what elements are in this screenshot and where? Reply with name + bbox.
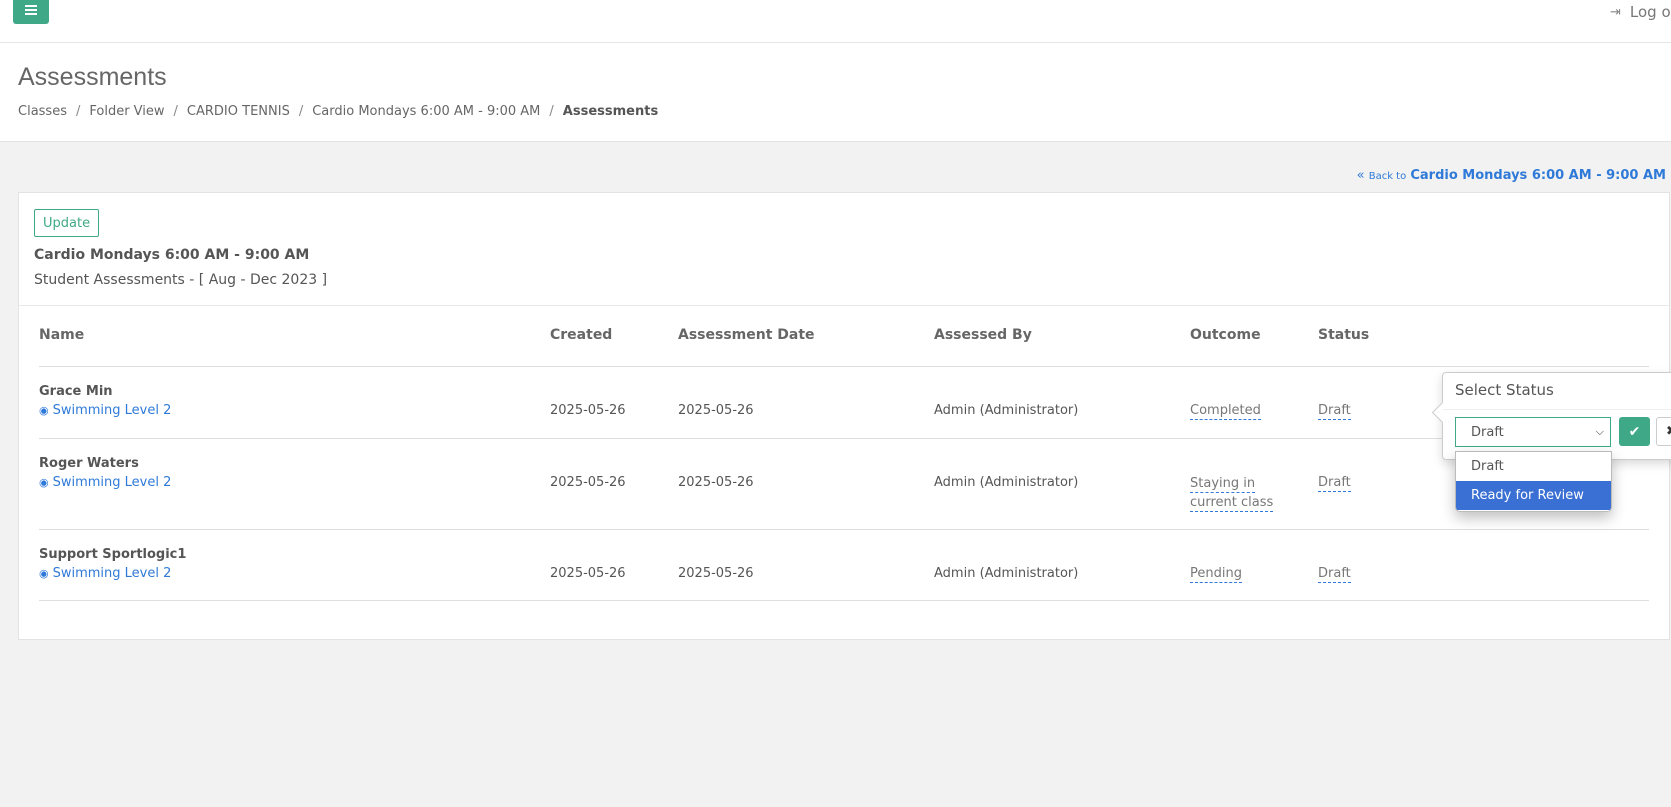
assessed-by: Admin (Administrator) — [934, 475, 1079, 490]
assessed-by: Admin (Administrator) — [934, 566, 1079, 581]
menu-icon — [25, 4, 37, 15]
student-name: Roger Waters — [39, 456, 139, 471]
breadcrumb-item-cardio-tennis[interactable]: CARDIO TENNIS — [187, 104, 290, 119]
breadcrumb-item-folder-view[interactable]: Folder View — [89, 104, 164, 119]
back-link[interactable]: « Back to Cardio Mondays 6:00 AM - 9:00 … — [1357, 168, 1666, 183]
column-header-outcome: Outcome — [1190, 327, 1261, 343]
row-divider — [39, 600, 1649, 601]
outcome-editable[interactable]: Staying in current class — [1190, 474, 1274, 512]
created-date: 2025-05-26 — [550, 475, 626, 490]
page-header: Assessments Classes / Folder View / CARDIO T… — [0, 43, 1671, 142]
assessment-date: 2025-05-26 — [678, 403, 754, 418]
status-options-list: Draft Ready for Review — [1455, 451, 1612, 512]
level-label: Swimming Level 2 — [52, 566, 172, 581]
level-label: Swimming Level 2 — [52, 475, 172, 490]
breadcrumb-item-class[interactable]: Cardio Mondays 6:00 AM - 9:00 AM — [312, 104, 540, 119]
created-date: 2025-05-26 — [550, 403, 626, 418]
popover-title: Select Status — [1455, 381, 1554, 399]
outcome-value-continued: current class — [1190, 495, 1274, 512]
eye-icon: ◉ — [39, 567, 49, 580]
created-date: 2025-05-26 — [550, 566, 626, 581]
level-link[interactable]: ◉ Swimming Level 2 — [39, 566, 171, 581]
breadcrumb: Classes / Folder View / CARDIO TENNIS / Cardio… — [18, 104, 659, 119]
update-button[interactable]: Update — [34, 209, 100, 237]
column-header-status: Status — [1318, 327, 1370, 343]
divider — [19, 305, 1669, 306]
class-title: Cardio Mondays 6:00 AM - 9:00 AM — [34, 247, 310, 263]
assessed-by: Admin (Administrator) — [934, 403, 1079, 418]
column-header-assessed-by: Assessed By — [934, 327, 1032, 343]
level-link[interactable]: ◉ Swimming Level 2 — [39, 403, 171, 418]
status-popover: Select Status Draft ⌵ ✔ ✖ — [1431, 372, 1671, 460]
close-icon: ✖ — [1666, 424, 1671, 439]
status-editable[interactable]: Draft — [1318, 475, 1351, 492]
column-header-name: Name — [39, 327, 85, 343]
outcome-editable[interactable]: Pending — [1190, 566, 1242, 583]
row-divider — [39, 529, 1649, 530]
logout-label: Log out — [1629, 3, 1671, 21]
breadcrumb-item-classes[interactable]: Classes — [18, 104, 67, 119]
table-header-divider — [39, 366, 1649, 367]
menu-toggle-button[interactable] — [13, 0, 49, 24]
status-value: Draft — [1318, 475, 1351, 492]
assessment-period: Student Assessments - [ Aug - Dec 2023 ] — [34, 272, 328, 288]
confirm-status-button[interactable]: ✔ — [1619, 417, 1650, 446]
eye-icon: ◉ — [39, 476, 49, 489]
outcome-value: Staying in — [1190, 476, 1256, 493]
status-editable[interactable]: Draft — [1318, 566, 1351, 583]
check-icon: ✔ — [1628, 423, 1641, 440]
row-divider — [39, 438, 1649, 439]
status-option-ready-for-review[interactable]: Ready for Review — [1456, 481, 1611, 510]
status-select[interactable]: Draft ⌵ — [1455, 417, 1611, 447]
status-select-value: Draft — [1471, 424, 1504, 440]
cancel-status-button[interactable]: ✖ — [1656, 417, 1671, 446]
student-name: Grace Min — [39, 384, 113, 399]
top-bar: ⇥ Log out — [0, 0, 1671, 43]
chevron-down-icon: ⌵ — [1595, 425, 1604, 438]
outcome-value: Completed — [1190, 403, 1261, 420]
level-label: Swimming Level 2 — [52, 403, 172, 418]
column-header-assessment-date: Assessment Date — [678, 327, 815, 343]
outcome-value: Pending — [1190, 566, 1242, 583]
back-link-prefix: Back to — [1368, 171, 1407, 182]
outcome-editable[interactable]: Completed — [1190, 403, 1261, 420]
status-option-draft[interactable]: Draft — [1456, 452, 1611, 481]
assessments-panel: Update Cardio Mondays 6:00 AM - 9:00 AM … — [18, 192, 1670, 640]
column-header-created: Created — [550, 327, 613, 343]
breadcrumb-item-assessments: Assessments — [562, 104, 659, 119]
assessment-date: 2025-05-26 — [678, 566, 754, 581]
page-title: Assessments — [18, 63, 167, 91]
assessment-date: 2025-05-26 — [678, 475, 754, 490]
back-link-target: Cardio Mondays 6:00 AM - 9:00 AM — [1410, 168, 1666, 183]
logout-icon: ⇥ — [1610, 4, 1621, 20]
student-name: Support Sportlogic1 — [39, 547, 187, 562]
eye-icon: ◉ — [39, 404, 49, 417]
status-editable[interactable]: Draft — [1318, 403, 1351, 420]
level-link[interactable]: ◉ Swimming Level 2 — [39, 475, 171, 490]
status-value: Draft — [1318, 403, 1351, 420]
logout-link[interactable]: ⇥ Log out — [1610, 3, 1671, 21]
status-value: Draft — [1318, 566, 1351, 583]
double-chevron-left-icon: « — [1356, 168, 1365, 183]
